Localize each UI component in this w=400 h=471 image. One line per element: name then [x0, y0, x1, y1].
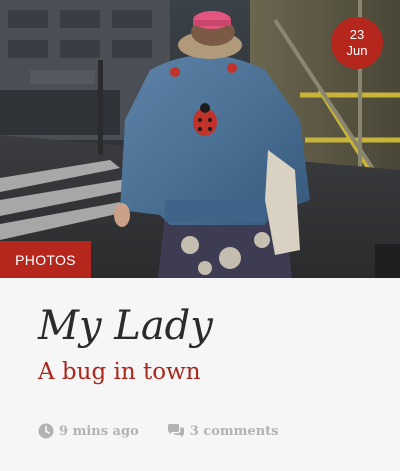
comments-icon	[167, 423, 185, 439]
post-title[interactable]: My Lady	[38, 300, 213, 352]
clock-icon	[38, 423, 54, 439]
time-ago-text: 9 mins ago	[59, 423, 139, 439]
time-ago: 9 mins ago	[38, 423, 139, 439]
comments-text[interactable]: 3 comments	[190, 424, 279, 439]
post-meta: 9 mins ago 3 comments	[38, 421, 278, 441]
comments-link[interactable]: 3 comments	[167, 423, 279, 439]
category-tag[interactable]: PHOTOS	[0, 241, 91, 278]
date-day: 23	[349, 27, 365, 42]
post-card[interactable]: 23 Jun PHOTOS My Lady A bug in town 9 mi…	[0, 0, 400, 471]
date-month: Jun	[346, 43, 368, 58]
post-subtitle: A bug in town	[38, 359, 201, 385]
date-badge: 23 Jun	[331, 17, 383, 69]
